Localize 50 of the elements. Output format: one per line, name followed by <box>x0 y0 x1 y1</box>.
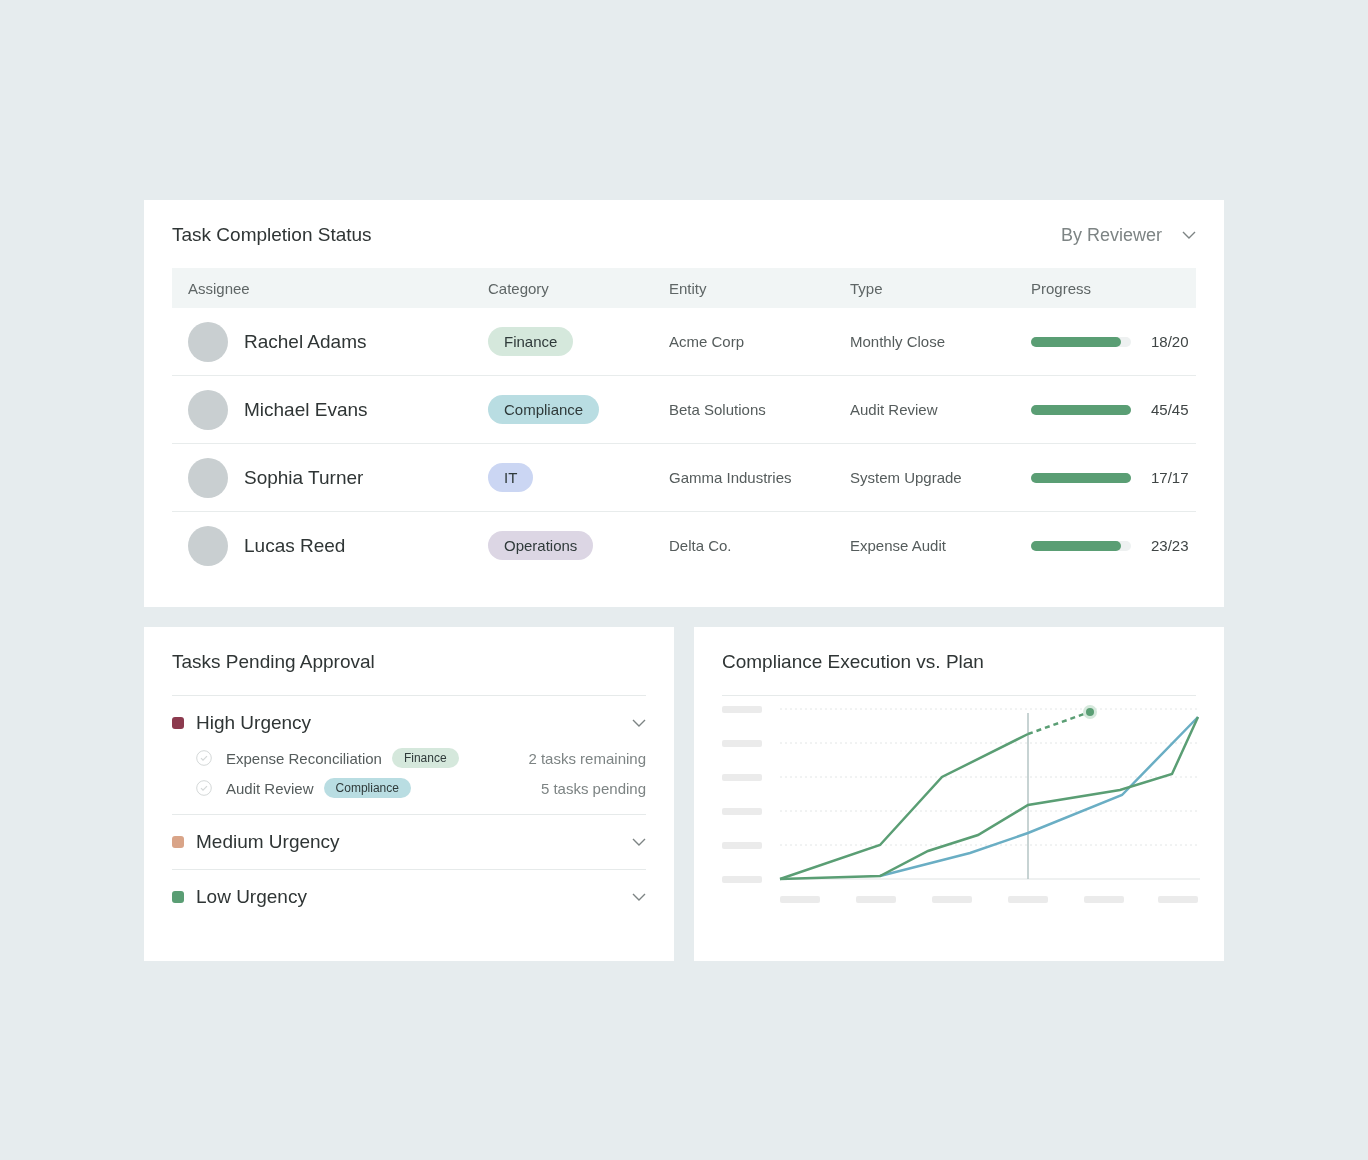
category-tag: Compliance <box>488 395 600 424</box>
table-cell-text: Monthly Close <box>850 333 947 350</box>
urgency-group-title[interactable]: High Urgency <box>196 712 620 734</box>
category-tag: IT <box>488 463 534 492</box>
column-header: Assignee <box>188 279 251 297</box>
table-cell-text: System Upgrade <box>850 469 963 486</box>
table-cell-text: Delta Co. <box>669 537 733 554</box>
column-header: Entity <box>669 279 708 297</box>
dashed-projection-line <box>1027 712 1085 736</box>
task-name: Audit Review <box>226 779 314 797</box>
table-cell-text: Acme Corp <box>669 333 746 350</box>
card-title: Compliance Execution vs. Plan <box>722 651 984 672</box>
urgency-group-title[interactable]: Low Urgency <box>196 886 620 908</box>
chevron-down-icon <box>632 838 646 846</box>
task-status: 2 tasks remaining <box>528 749 646 767</box>
reviewer-dropdown[interactable]: By Reviewer <box>1060 224 1196 246</box>
card-title: Task Completion Status <box>172 224 372 246</box>
column-header: Category <box>488 279 550 297</box>
task-name: Expense Reconciliation <box>226 749 382 767</box>
progress-count: 18/20 <box>1151 333 1189 350</box>
progress-count: 45/45 <box>1151 401 1189 418</box>
assignee-name: Lucas Reed <box>244 534 346 557</box>
avatar <box>188 321 228 362</box>
progress-count: 23/23 <box>1151 537 1189 554</box>
assignee-name: Sophia Turner <box>244 466 364 489</box>
category-tag: Operations <box>488 531 594 560</box>
check-circle-icon <box>196 750 212 766</box>
chevron-down-icon <box>632 893 646 901</box>
avatar <box>188 525 228 566</box>
avatar <box>188 389 228 430</box>
avatar <box>188 457 228 498</box>
assignee-name: Rachel Adams <box>244 330 367 353</box>
table-cell-text: Gamma Industries <box>669 469 793 486</box>
category-tag: Compliance <box>323 778 411 798</box>
chevron-down-icon <box>1182 231 1196 239</box>
chevron-down-icon <box>632 719 646 727</box>
chart-point <box>1083 705 1097 719</box>
column-header: Progress <box>1031 279 1093 297</box>
column-header: Type <box>850 279 884 297</box>
card-title: Tasks Pending Approval <box>172 651 375 672</box>
urgency-group-title[interactable]: Medium Urgency <box>196 831 620 853</box>
check-circle-icon <box>196 780 212 796</box>
category-tag: Finance <box>488 327 574 356</box>
task-status: 5 tasks pending <box>540 779 646 797</box>
table-cell-text: Audit Review <box>850 401 939 418</box>
table-cell-text: Beta Solutions <box>669 401 767 418</box>
assignee-name: Michael Evans <box>244 398 368 421</box>
table-cell-text: Expense Audit <box>850 537 947 554</box>
progress-count: 17/17 <box>1151 469 1189 486</box>
category-tag: Finance <box>391 748 459 768</box>
